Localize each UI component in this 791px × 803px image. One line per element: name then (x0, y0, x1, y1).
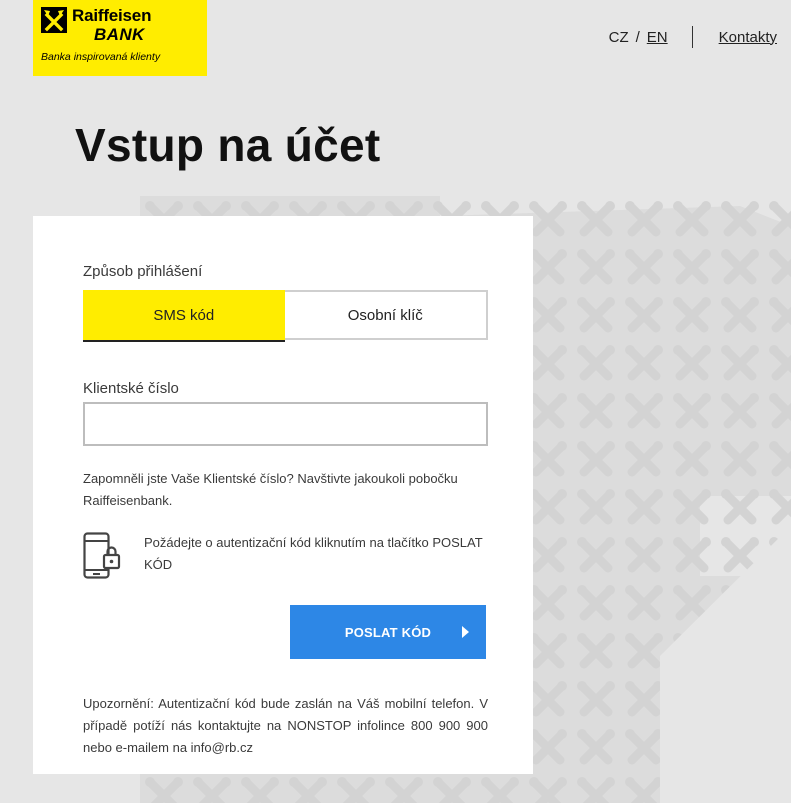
logo-brand-line2: BANK (94, 25, 145, 44)
send-code-button[interactable]: POSLAT KÓD (290, 605, 486, 659)
logo-tagline: Banka inspirovaná klienty (41, 51, 161, 63)
login-method-toggle: SMS kód Osobní klíč (83, 290, 488, 342)
nav-divider (691, 26, 693, 48)
language-cz[interactable]: CZ (609, 29, 629, 46)
caret-right-icon (462, 626, 469, 638)
client-number-input[interactable] (83, 402, 488, 446)
notice-text: Upozornění: Autentizační kód bude zaslán… (83, 696, 488, 755)
login-card: Způsob přihlášení SMS kód Osobní klíč Kl… (33, 216, 533, 774)
raiffeisen-logo[interactable]: Raiffeisen BANK Banka inspirovaná klient… (33, 0, 207, 76)
client-number-label: Klientské číslo (83, 380, 179, 397)
page-title: Vstup na účet (75, 119, 381, 171)
method-sms-code-tab[interactable]: SMS kód (83, 290, 285, 342)
logo-brand-line1: Raiffeisen (72, 6, 152, 25)
login-method-label: Způsob přihlášení (83, 263, 203, 280)
top-navigation: CZ / EN Kontakty (609, 26, 777, 48)
language-en-link[interactable]: EN (647, 29, 668, 46)
method-personal-key-tab[interactable]: Osobní klíč (285, 292, 487, 338)
contacts-link[interactable]: Kontakty (719, 29, 777, 46)
language-separator: / (635, 28, 640, 46)
phone-lock-icon (83, 532, 121, 579)
forgot-client-number-hint: Zapomněli jste Vaše Klientské číslo? Nav… (83, 471, 458, 508)
raiffeisen-crossed-horses-icon (41, 7, 67, 33)
send-code-button-label: POSLAT KÓD (344, 624, 432, 640)
sms-instruction-text: Požádejte o autentizační kód kliknutím n… (144, 535, 483, 572)
